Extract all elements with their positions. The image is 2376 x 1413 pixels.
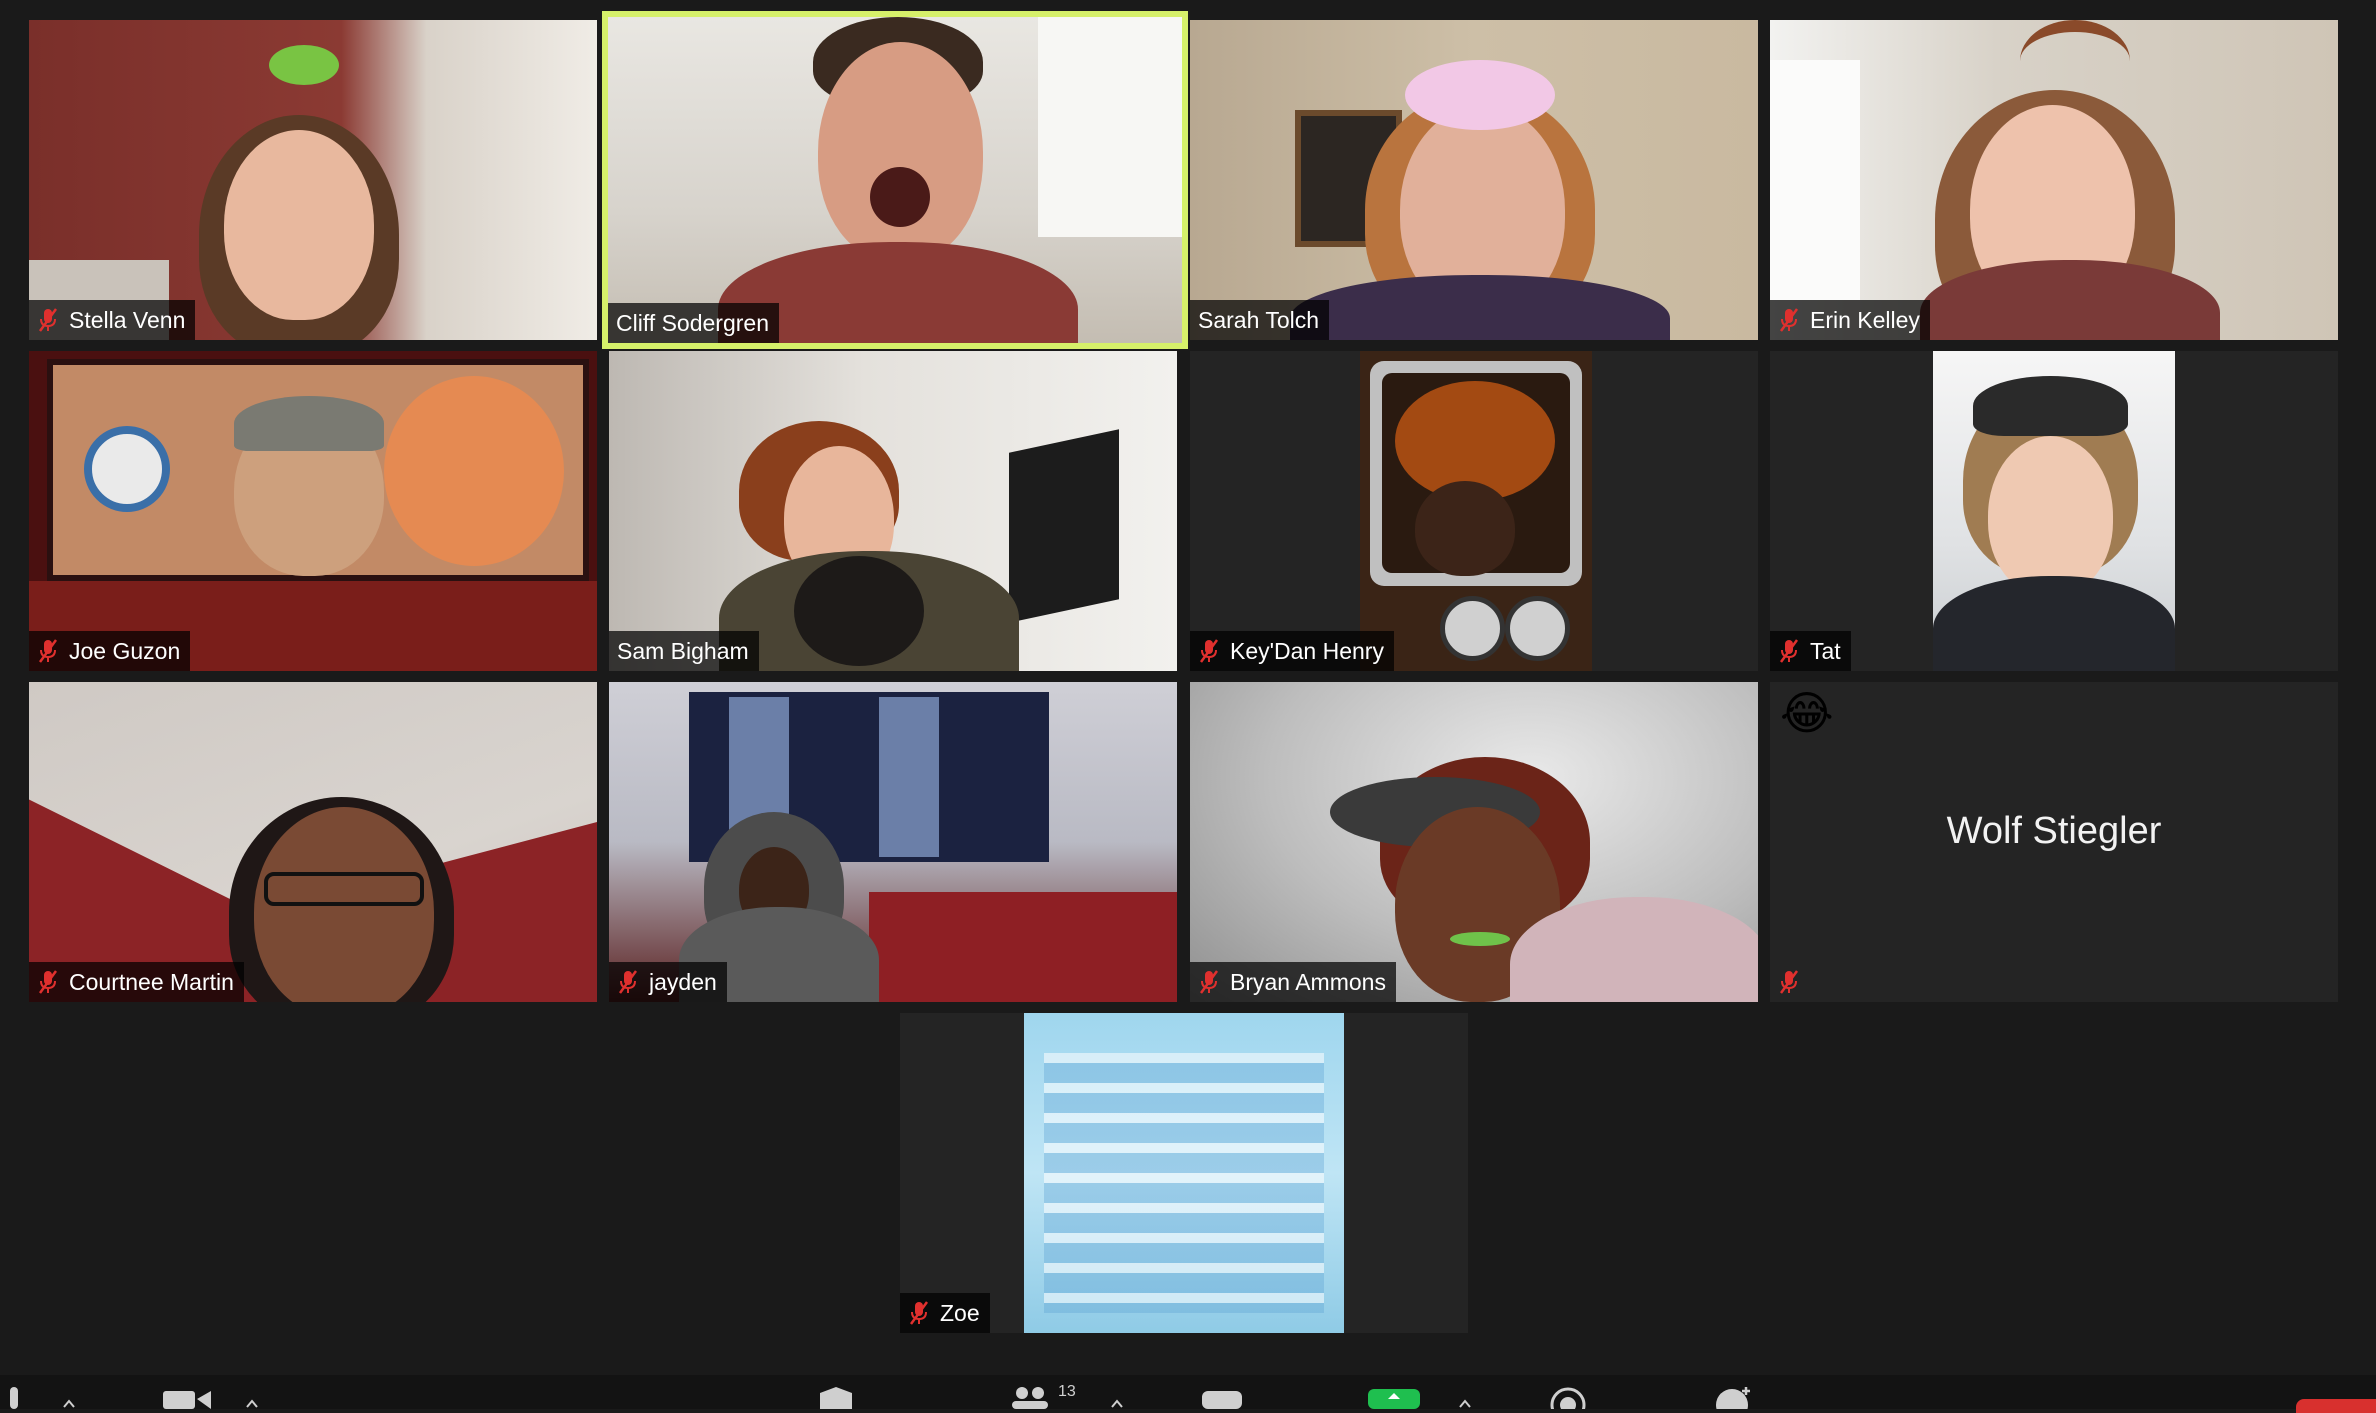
mic-muted-icon	[38, 639, 58, 663]
name-tag: Courtnee Martin	[29, 962, 244, 1002]
participant-tile-sam-bigham[interactable]: Sam Bigham	[609, 351, 1177, 671]
laughing-reaction-emoji: 😂	[1780, 687, 1834, 739]
participant-name: Joe Guzon	[69, 638, 181, 664]
participant-video	[609, 351, 1177, 671]
name-tag: Joe Guzon	[29, 631, 191, 671]
participant-name: Stella Venn	[69, 307, 186, 333]
participant-tile-bryan-ammons[interactable]: Bryan Ammons	[1190, 682, 1758, 1002]
participant-tile-stella-venn[interactable]: Stella Venn	[29, 20, 597, 340]
participant-name: Sarah Tolch	[1198, 307, 1320, 333]
participant-name: Sam Bigham	[617, 638, 749, 664]
mustache-filter	[1450, 932, 1510, 946]
mic-muted-icon	[1199, 639, 1219, 663]
name-tag: Bryan Ammons	[1190, 962, 1396, 1002]
participant-name: Tat	[1810, 638, 1841, 664]
mic-muted-icon	[1779, 308, 1799, 332]
portrait-video	[1933, 351, 2175, 671]
name-tag: Tat	[1770, 631, 1851, 671]
participant-name: Zoe	[940, 1300, 980, 1326]
mic-muted-icon	[38, 308, 58, 332]
participant-video	[1190, 682, 1758, 1002]
participant-tile-zoe[interactable]: Zoe	[900, 1013, 1468, 1333]
participant-name: Courtnee Martin	[69, 969, 234, 995]
participant-video	[29, 682, 597, 1002]
mic-muted-icon	[909, 1301, 929, 1325]
name-tag: Key'Dan Henry	[1190, 631, 1394, 671]
reactions-icon[interactable]	[1712, 1385, 1756, 1409]
participant-video	[1190, 351, 1758, 671]
participant-tile-wolf-stiegler[interactable]: 😂 Wolf Stiegler	[1770, 682, 2338, 1002]
participant-tile-sarah-tolch[interactable]: Sarah Tolch	[1190, 20, 1758, 340]
participant-tile-courtnee-martin[interactable]: Courtnee Martin	[29, 682, 597, 1002]
chat-icon[interactable]	[1200, 1385, 1244, 1409]
name-tag: Sam Bigham	[609, 631, 759, 671]
participant-video	[900, 1013, 1468, 1333]
participant-tile-tat[interactable]: Tat	[1770, 351, 2338, 671]
participants-count: 13	[1058, 1383, 1076, 1400]
mic-muted-icon	[38, 970, 58, 994]
unicorn-filter	[1405, 60, 1555, 130]
chevron-up-icon[interactable]	[1110, 1385, 1124, 1409]
participant-video	[1770, 20, 2338, 340]
participant-tile-cliff-sodergren[interactable]: Cliff Sodergren	[602, 11, 1188, 349]
glasses	[264, 872, 424, 906]
antlers-filter	[2020, 20, 2130, 102]
zoom-gallery-view: Stella Venn Cliff Sodergren Sarah Tolch	[0, 0, 2376, 1413]
record-icon[interactable]	[1548, 1385, 1588, 1409]
mute-icon[interactable]	[4, 1385, 24, 1409]
participant-tile-joe-guzon[interactable]: Joe Guzon	[29, 351, 597, 671]
participant-name: Key'Dan Henry	[1230, 638, 1384, 664]
participant-name-large: Wolf Stiegler	[1946, 810, 2162, 852]
cat	[794, 556, 924, 666]
participant-video	[609, 682, 1177, 1002]
participant-name: Bryan Ammons	[1230, 969, 1386, 995]
share-screen-icon[interactable]	[1368, 1385, 1420, 1409]
name-tag: Zoe	[900, 1293, 990, 1333]
participant-name: Cliff Sodergren	[616, 310, 769, 336]
profile-picture	[1024, 1013, 1344, 1333]
mic-muted-icon	[618, 970, 638, 994]
participant-video	[1770, 351, 2338, 671]
chevron-up-icon[interactable]	[1458, 1385, 1472, 1409]
meeting-toolbar: 13	[0, 1375, 2376, 1413]
participant-tile-erin-kelley[interactable]: Erin Kelley	[1770, 20, 2338, 340]
name-tag: Sarah Tolch	[1190, 300, 1330, 340]
name-tag: Cliff Sodergren	[608, 303, 779, 343]
chevron-up-icon[interactable]	[245, 1385, 259, 1409]
participant-tile-keydan-henry[interactable]: Key'Dan Henry	[1190, 351, 1758, 671]
participant-video	[1190, 20, 1758, 340]
video-icon[interactable]	[163, 1385, 213, 1409]
participant-tile-jayden[interactable]: jayden	[609, 682, 1177, 1002]
name-tag: Erin Kelley	[1770, 300, 1930, 340]
mic-muted-icon	[1199, 970, 1219, 994]
mic-muted-icon	[1779, 970, 1799, 994]
mic-muted-icon	[1779, 639, 1799, 663]
participant-video	[608, 17, 1182, 343]
security-icon[interactable]	[818, 1385, 854, 1409]
wall-frame	[1009, 429, 1119, 623]
chevron-up-icon[interactable]	[62, 1385, 76, 1409]
name-tag: Stella Venn	[29, 300, 196, 340]
participants-icon[interactable]	[1010, 1385, 1050, 1409]
participant-video	[29, 20, 597, 340]
name-tag: jayden	[609, 962, 727, 1002]
participant-name: jayden	[649, 969, 717, 995]
cartoon-eye	[84, 426, 170, 512]
end-button[interactable]	[2296, 1399, 2376, 1413]
tv-filter	[1360, 351, 1592, 671]
sprout-filter	[269, 45, 339, 85]
open-mouth	[870, 167, 930, 227]
bed	[869, 892, 1177, 1002]
name-tag	[1770, 962, 1810, 1002]
participant-video	[29, 351, 597, 671]
participant-name: Erin Kelley	[1810, 307, 1920, 333]
